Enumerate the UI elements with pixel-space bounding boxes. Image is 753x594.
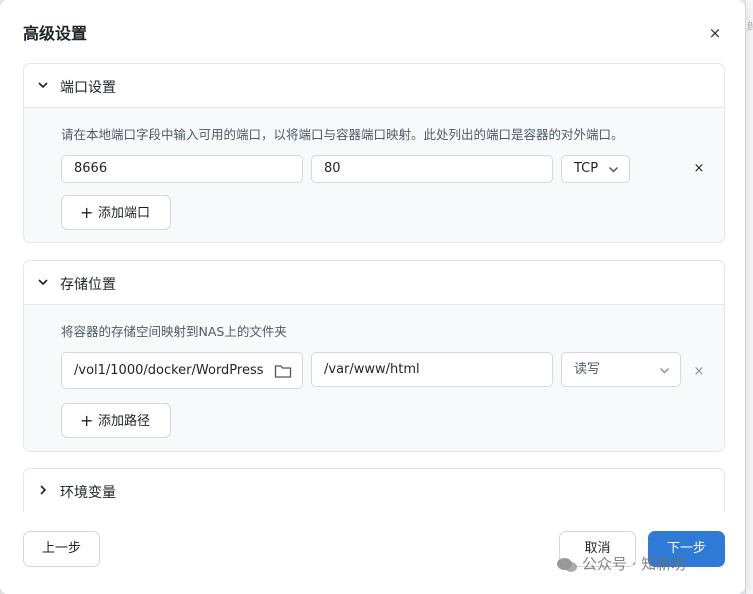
env-variables-section: 环境变量 [23,468,725,512]
wechat-logo-icon [557,557,577,572]
dialog-title: 高级设置 [23,24,88,43]
remove-port-button[interactable]: × [690,160,708,178]
chevron-down-icon [38,82,48,89]
previous-step-button[interactable]: 上一步 [23,531,100,567]
add-port-label: 添加端口 [98,206,151,221]
storage-description: 将容器的存储空间映射到NAS上的文件夹 [61,324,287,339]
host-path-input[interactable]: /vol1/1000/docker/WordPress [61,352,303,389]
chevron-down-icon [609,167,618,173]
host-path-value: /vol1/1000/docker/WordPress [74,363,264,378]
add-port-button[interactable]: + 添加端口 [61,195,171,230]
remove-path-button[interactable]: × [690,363,708,381]
port-settings-header[interactable]: 端口设置 [24,64,724,108]
watermark-text: 公众号 · 知新坊 [582,555,687,573]
add-path-button[interactable]: + 添加路径 [61,403,171,438]
background-window-edge: 䣀 [745,0,753,594]
plus-icon: + [80,411,94,430]
port-settings-title: 端口设置 [60,80,116,96]
port-settings-body: 请在本地端口字段中输入可用的端口，以将端口与容器端口映射。此处列出的端口是容器的… [24,108,724,242]
watermark: 公众号 · 知新坊 [556,553,686,575]
protocol-value: TCP [574,161,599,176]
chevron-right-icon [40,485,47,495]
permission-select[interactable]: 读写 [561,352,681,387]
container-port-input[interactable]: 80 [311,155,553,183]
storage-header[interactable]: 存储位置 [24,261,724,305]
container-path-input[interactable]: /var/www/html [311,352,553,387]
chevron-down-icon [660,368,669,374]
env-variables-title: 环境变量 [60,485,116,501]
storage-title: 存储位置 [60,277,116,293]
storage-section: 存储位置 将容器的存储空间映射到NAS上的文件夹 /vol1/1000/dock… [23,260,725,452]
local-port-input[interactable]: 8666 [61,155,303,183]
plus-icon: + [80,203,94,222]
folder-icon[interactable] [274,363,292,379]
close-button[interactable]: × [704,22,726,44]
port-settings-section: 端口设置 请在本地端口字段中输入可用的端口，以将端口与容器端口映射。此处列出的端… [23,63,725,243]
permission-value: 读写 [574,362,601,377]
background-glyph: 䣀 [747,22,753,33]
port-settings-description: 请在本地端口字段中输入可用的端口，以将端口与容器端口映射。此处列出的端口是容器的… [61,127,624,142]
storage-body: 将容器的存储空间映射到NAS上的文件夹 /vol1/1000/docker/Wo… [24,305,724,451]
add-path-label: 添加路径 [98,414,151,429]
env-variables-header[interactable]: 环境变量 [24,469,724,512]
chevron-down-icon [38,279,48,286]
protocol-select[interactable]: TCP [561,155,630,183]
advanced-settings-dialog: 高级设置 × 端口设置 请在本地端口字段中输入可用的端口，以将端口与容器端口映射… [0,0,745,594]
